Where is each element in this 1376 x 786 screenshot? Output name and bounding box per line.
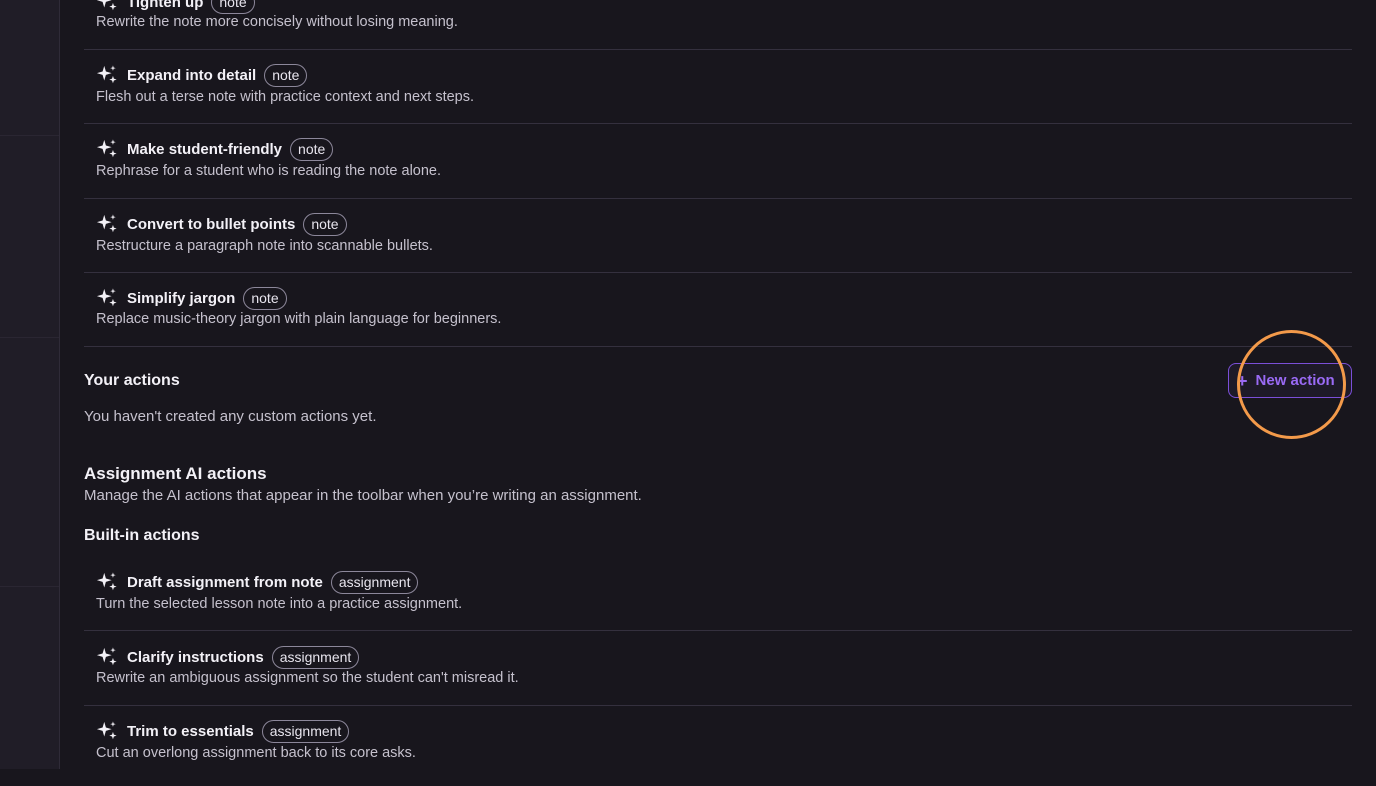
builtin-actions-heading: Built-in actions [84,527,200,544]
list-item[interactable]: Clarify instructions assignment Rewrite … [84,631,1352,706]
sparkles-icon [96,646,118,668]
action-description: Rewrite the note more concisely without … [96,14,458,30]
sparkles-icon [96,720,118,742]
left-sidebar [0,0,60,769]
action-name: Trim to essentials [127,722,254,740]
action-description: Turn the selected lesson note into a pra… [96,596,463,612]
action-title-line: Draft assignment from note assignment [96,570,419,594]
action-name: Tighten up [127,0,204,11]
action-type-badge: note [264,63,308,87]
action-description: Replace music-theory jargon with plain l… [96,311,502,327]
action-title-line: Convert to bullet points note [96,212,347,236]
empty-state-text: You haven't created any custom actions y… [84,408,377,425]
action-description: Cut an overlong assignment back to its c… [96,745,416,761]
action-title-line: Tighten up note [96,0,255,14]
action-type-badge: note [243,286,287,310]
list-item[interactable]: Make student-friendly note Rephrase for … [84,124,1352,199]
action-name: Convert to bullet points [127,215,296,233]
list-item[interactable]: Trim to essentials assignment Cut an ove… [84,706,1352,786]
sidebar-divider [0,586,59,587]
list-item[interactable]: Expand into detail note Flesh out a ters… [84,50,1352,124]
new-action-label: New action [1255,372,1335,389]
new-action-button[interactable]: + New action [1228,363,1352,398]
plus-icon: + [1237,370,1248,391]
action-description: Flesh out a terse note with practice con… [96,89,475,105]
action-description: Restructure a paragraph note into scanna… [96,238,433,254]
action-type-badge: note [211,0,255,14]
action-type-badge: assignment [271,645,360,669]
list-item[interactable]: Draft assignment from note assignment Tu… [84,557,1352,631]
action-title-line: Clarify instructions assignment [96,645,360,669]
sparkles-icon [96,571,118,593]
list-item[interactable]: Convert to bullet points note Restructur… [84,199,1352,273]
sparkles-icon [96,64,118,86]
sidebar-divider [0,337,59,338]
action-title-line: Trim to essentials assignment [96,719,350,743]
action-description: Rewrite an ambiguous assignment so the s… [96,670,519,686]
list-item[interactable]: Simplify jargon note Replace music-theor… [84,273,1352,347]
assignment-section-heading: Assignment AI actions [84,464,267,483]
action-name: Draft assignment from note [127,573,323,591]
sparkles-icon [96,0,118,13]
list-item[interactable]: Tighten up note Rewrite the note more co… [84,0,1352,50]
ai-actions-settings: Tighten up note Rewrite the note more co… [84,0,1352,769]
action-title-line: Expand into detail note [96,63,308,87]
action-name: Make student-friendly [127,140,283,158]
sparkles-icon [96,213,118,235]
action-description: Rephrase for a student who is reading th… [96,163,442,179]
action-type-badge: assignment [330,570,419,594]
action-type-badge: note [290,137,334,161]
sparkles-icon [96,287,118,309]
action-name: Simplify jargon [127,289,236,307]
action-name: Expand into detail [127,66,257,84]
action-type-badge: note [303,212,347,236]
your-actions-heading: Your actions [84,372,180,389]
assignment-section-description: Manage the AI actions that appear in the… [84,487,642,504]
action-title-line: Simplify jargon note [96,286,287,310]
action-title-line: Make student-friendly note [96,137,334,161]
sparkles-icon [96,138,118,160]
action-name: Clarify instructions [127,648,264,666]
action-type-badge: assignment [261,719,350,743]
sidebar-divider [0,135,59,136]
